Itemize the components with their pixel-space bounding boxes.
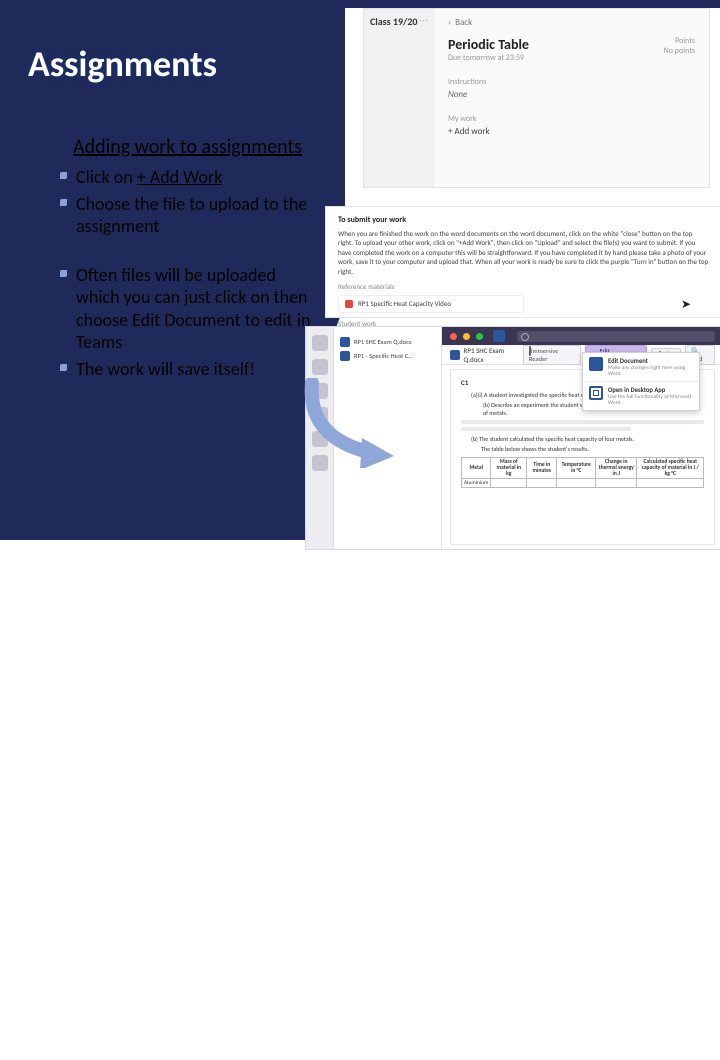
file-panel: RP1 SHC Exam Q.docx RP1 - Specific Heat … bbox=[334, 327, 442, 549]
assignment-title: Periodic Table bbox=[448, 36, 529, 53]
due-text: Due tomorrow at 23:59 bbox=[448, 53, 695, 63]
top-accent-bar bbox=[345, 0, 720, 8]
word-icon bbox=[340, 337, 350, 347]
traffic-close-icon[interactable] bbox=[450, 333, 457, 340]
instructions-label: Instructions bbox=[448, 77, 695, 87]
submit-body: When you are finished the work on the wo… bbox=[338, 229, 709, 276]
assignment-panel: ‹Back Periodic Table Points No points Du… bbox=[434, 9, 709, 187]
word-icon bbox=[450, 350, 460, 360]
word-icon bbox=[589, 357, 603, 371]
reference-doc[interactable]: RP1 Specific Heat Capacity Video bbox=[338, 295, 524, 312]
my-work-label: My work bbox=[448, 114, 695, 124]
class-label: Class 19/20 bbox=[370, 15, 418, 28]
add-work-button[interactable]: + Add work bbox=[448, 126, 695, 137]
section-subtitle: Adding work to assignments bbox=[60, 135, 315, 160]
rail-icon[interactable] bbox=[312, 431, 328, 447]
back-button[interactable]: ‹Back bbox=[448, 17, 695, 28]
file-row[interactable]: RP1 SHC Exam Q.docx bbox=[340, 337, 435, 347]
immersive-reader-button[interactable]: Immersive Reader bbox=[523, 345, 581, 365]
video-icon bbox=[345, 300, 353, 308]
more-icon[interactable]: ⋯ bbox=[419, 15, 428, 26]
bullet-item: Often files will be uploaded which you c… bbox=[60, 264, 315, 354]
dropdown-item-edit[interactable]: Edit DocumentMake any changes right here… bbox=[583, 353, 699, 382]
rail-icon[interactable] bbox=[312, 359, 328, 375]
word-titlebar bbox=[442, 327, 720, 345]
bullet-list-1: Click on + Add Work Choose the file to u… bbox=[60, 166, 315, 238]
word-app-icon bbox=[493, 330, 505, 342]
search-input[interactable] bbox=[517, 331, 715, 342]
edit-document-dropdown: Edit DocumentMake any changes right here… bbox=[582, 352, 700, 411]
submit-heading: To submit your work bbox=[338, 215, 709, 226]
screenshot-assignment: Class 19/20 ⋯ ‹Back Periodic Table Point… bbox=[363, 8, 710, 188]
slide: Assignments Adding work to assignments C… bbox=[0, 0, 720, 540]
screenshots-area: Class 19/20 ⋯ ‹Back Periodic Table Point… bbox=[345, 0, 720, 540]
filename-display: RP1 SHC Exam Q.docx bbox=[450, 346, 523, 364]
bullet-item: Click on + Add Work bbox=[60, 166, 315, 189]
chevron-left-icon: ‹ bbox=[448, 17, 451, 28]
screenshot-instructions: To submit your work When you are finishe… bbox=[325, 206, 720, 318]
content-block: Adding work to assignments Click on + Ad… bbox=[60, 135, 315, 384]
word-desktop-icon bbox=[589, 386, 603, 400]
rail-icon[interactable] bbox=[312, 407, 328, 423]
word-icon bbox=[340, 351, 350, 361]
dropdown-item-desktop[interactable]: Open in Desktop AppUse the full function… bbox=[583, 382, 699, 410]
class-panel: Class 19/20 ⋯ bbox=[364, 9, 434, 187]
table-row: Aluminium bbox=[462, 479, 704, 488]
rail-icon[interactable] bbox=[312, 383, 328, 399]
bullet-list-2: Often files will be uploaded which you c… bbox=[60, 264, 315, 381]
rail-icon[interactable] bbox=[312, 335, 328, 351]
bullet-item: The work will save itself! bbox=[60, 358, 315, 381]
rail-icon[interactable] bbox=[312, 455, 328, 471]
traffic-min-icon[interactable] bbox=[463, 333, 470, 340]
file-row[interactable]: RP1 - Specific Heat C… bbox=[340, 351, 435, 361]
reference-label: Reference materials bbox=[338, 282, 709, 291]
points-block: Points No points bbox=[664, 36, 695, 56]
traffic-max-icon[interactable] bbox=[476, 333, 483, 340]
results-table: Metal Mass of material in kg Time in min… bbox=[461, 457, 704, 488]
instructions-value: None bbox=[448, 89, 695, 100]
bullet-item: Choose the file to upload to the assignm… bbox=[60, 193, 315, 238]
slide-title: Assignments bbox=[28, 42, 217, 86]
teams-rail bbox=[306, 327, 334, 549]
cursor-icon: ➤ bbox=[681, 297, 691, 313]
